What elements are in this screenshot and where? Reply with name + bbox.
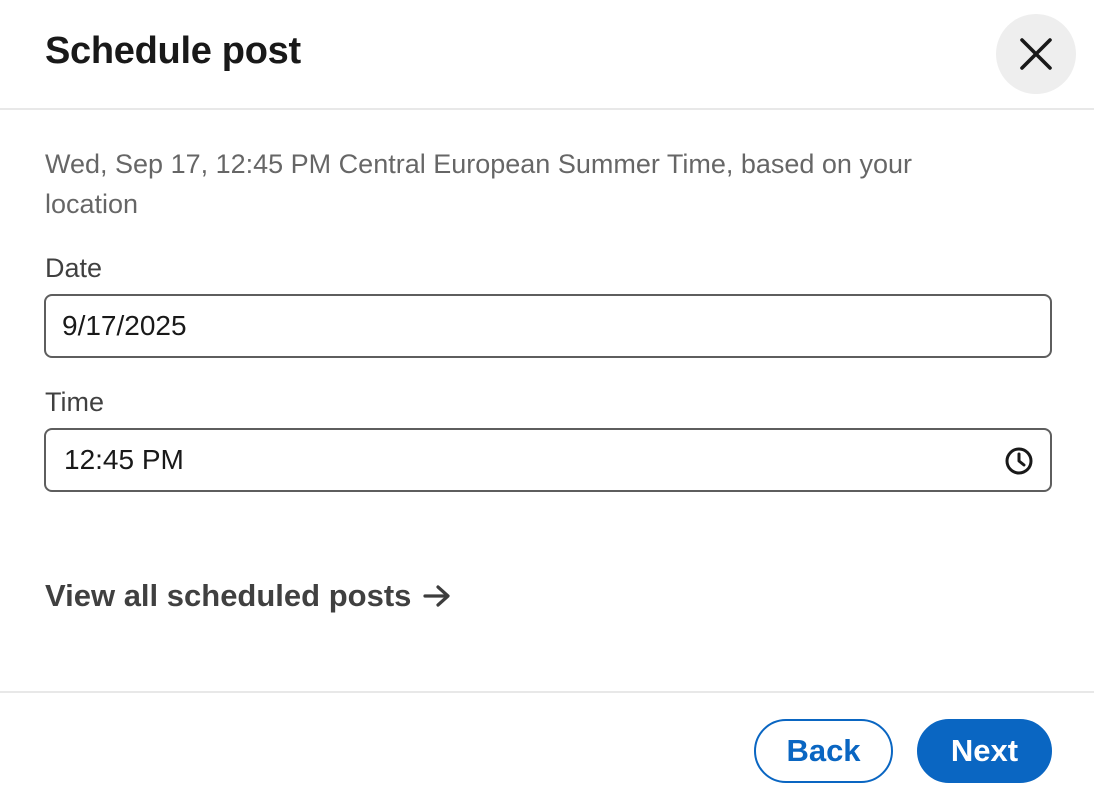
close-icon bbox=[1019, 37, 1053, 71]
time-label: Time bbox=[45, 387, 104, 417]
date-input[interactable]: 9/17/2025 bbox=[44, 294, 1052, 358]
view-all-link-label: View all scheduled posts bbox=[45, 578, 412, 613]
close-button[interactable] bbox=[996, 14, 1076, 94]
timezone-note: Wed, Sep 17, 12:45 PM Central European S… bbox=[45, 149, 912, 219]
view-all-scheduled-posts-link[interactable]: View all scheduled posts bbox=[45, 576, 451, 616]
dialog-body: Wed, Sep 17, 12:45 PM Central European S… bbox=[0, 112, 1094, 691]
back-button[interactable]: Back bbox=[754, 719, 893, 783]
next-button[interactable]: Next bbox=[917, 719, 1052, 783]
date-label: Date bbox=[45, 253, 103, 283]
dialog-header: Schedule post bbox=[0, 0, 1094, 110]
time-input-value: 12:45 PM bbox=[64, 444, 184, 475]
schedule-post-dialog: Schedule post Wed, Sep 17, 12:45 PM Cent… bbox=[0, 0, 1094, 798]
arrow-right-icon bbox=[423, 584, 451, 608]
time-input[interactable]: 12:45 PM bbox=[44, 428, 1052, 492]
dialog-footer: Back Next bbox=[0, 691, 1094, 798]
date-input-value: 9/17/2025 bbox=[62, 310, 187, 341]
dialog-title: Schedule post bbox=[45, 30, 301, 72]
clock-icon[interactable] bbox=[1004, 446, 1034, 476]
